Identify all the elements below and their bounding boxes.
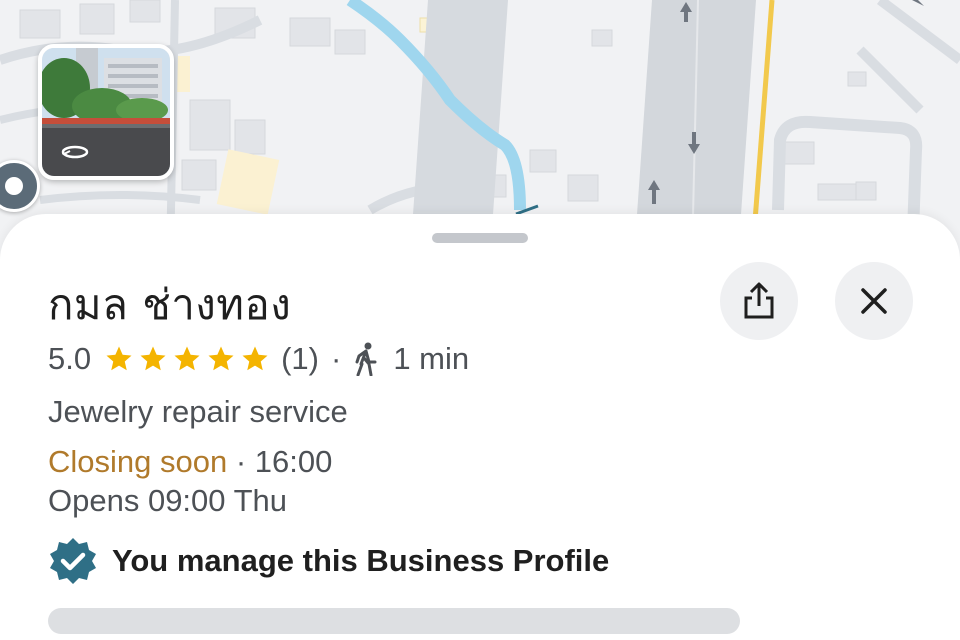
drag-handle[interactable] xyxy=(432,233,528,243)
star-icon xyxy=(208,346,234,371)
star-icon xyxy=(242,346,268,371)
close-icon xyxy=(861,288,887,314)
star-icon xyxy=(140,346,166,371)
place-details-sheet: กมล ช่างทอง 5.0 (1) · 1 min Jewelry repa… xyxy=(0,214,960,640)
review-count[interactable]: (1) xyxy=(281,341,319,377)
business-profile-row[interactable]: You manage this Business Profile xyxy=(48,536,609,586)
star-icon xyxy=(106,346,132,371)
closing-time: 16:00 xyxy=(254,444,333,479)
share-button[interactable] xyxy=(720,262,798,340)
star-icon xyxy=(174,346,200,371)
close-button[interactable] xyxy=(835,262,913,340)
place-title: กมล ช่างทอง xyxy=(48,280,292,329)
verified-badge-icon xyxy=(48,536,98,586)
rotate-360-icon xyxy=(61,145,89,159)
action-chips-placeholder xyxy=(48,608,740,634)
place-category: Jewelry repair service xyxy=(48,394,348,429)
walk-time: 1 min xyxy=(393,341,470,376)
opening-hours: Opens 09:00 Thu xyxy=(48,483,287,518)
status-separator: · xyxy=(227,444,255,479)
share-icon xyxy=(744,282,774,319)
closing-status: Closing soon xyxy=(48,444,228,479)
rating-value: 5.0 xyxy=(48,341,92,376)
walking-person-icon xyxy=(353,342,379,376)
rating-row: 5.0 (1) · 1 min xyxy=(48,341,469,377)
hours-status-row[interactable]: Closing soon · 16:00 xyxy=(48,444,332,480)
separator-dot: · xyxy=(331,341,342,376)
business-profile-text: You manage this Business Profile xyxy=(112,543,610,578)
star-rating xyxy=(103,344,271,374)
street-view-thumbnail[interactable] xyxy=(38,44,174,180)
